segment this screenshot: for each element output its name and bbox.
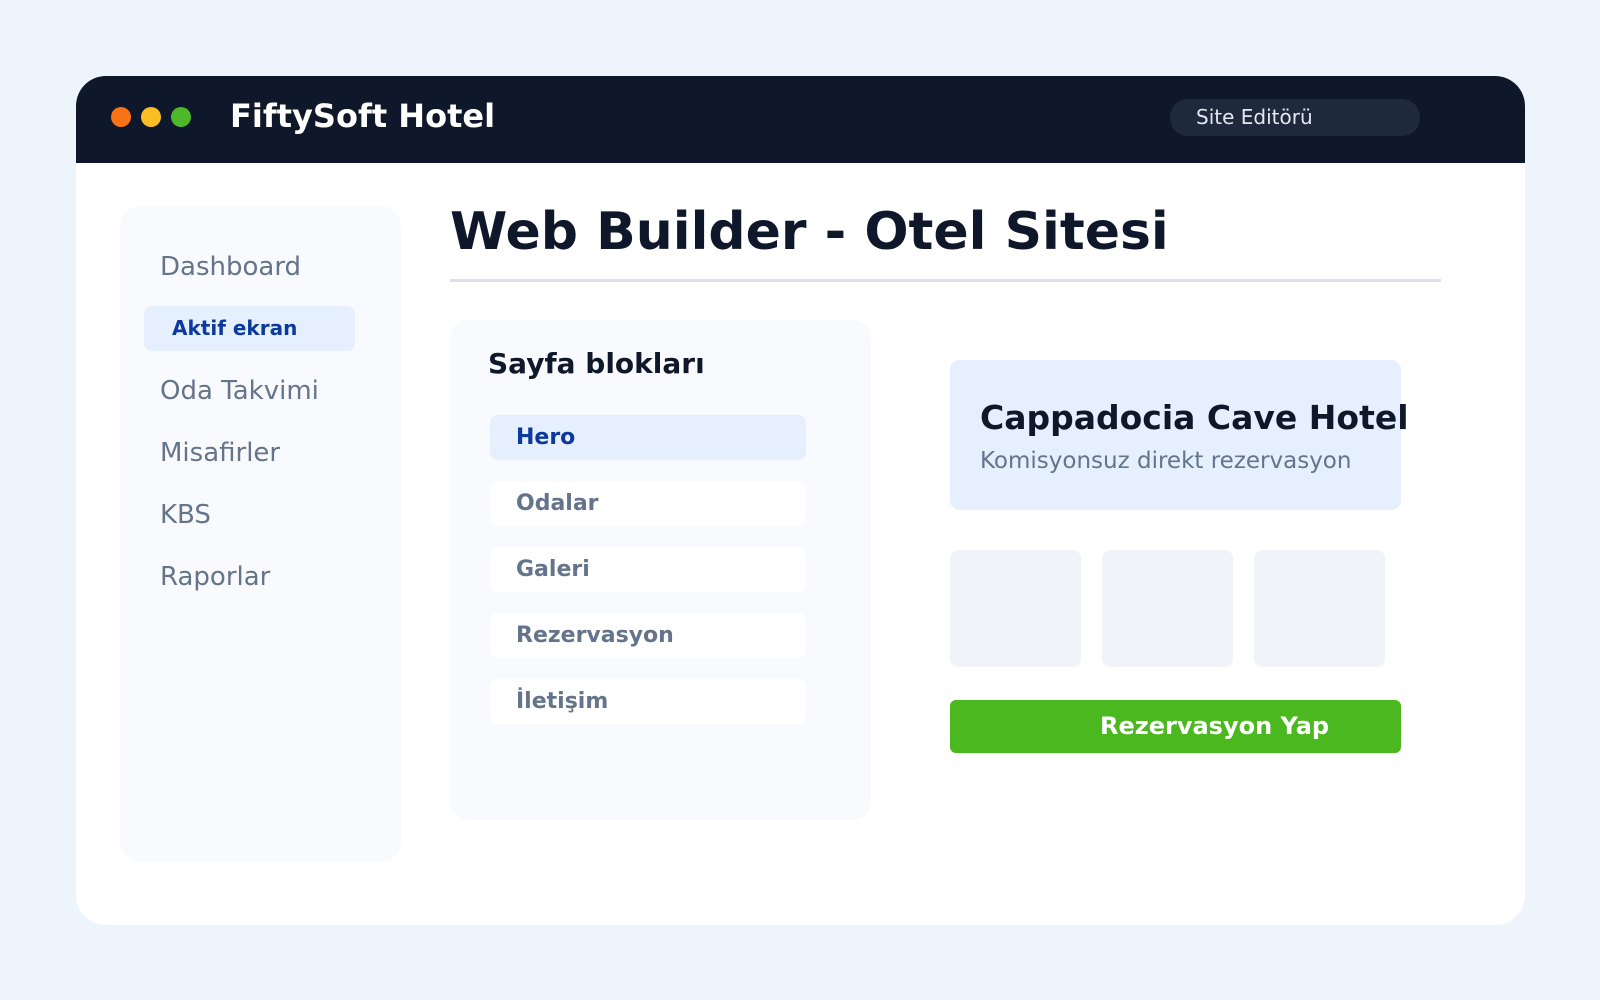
hotel-tagline: Komisyonsuz direkt rezervasyon	[980, 448, 1352, 474]
close-window-icon[interactable]	[111, 107, 131, 127]
gallery-thumbnail[interactable]	[1102, 550, 1233, 667]
gallery-thumbnail[interactable]	[950, 550, 1081, 667]
block-item-gallery[interactable]: Galeri	[490, 547, 806, 592]
sidebar-item-reports[interactable]: Raporlar	[160, 560, 270, 594]
app-window: FiftySoft Hotel Site Editörü Dashboard A…	[76, 76, 1525, 925]
hero-preview-card[interactable]: Cappadocia Cave Hotel Komisyonsuz direkt…	[950, 360, 1409, 510]
page-blocks-heading: Sayfa blokları	[488, 347, 705, 380]
site-editor-badge[interactable]: Site Editörü	[1170, 99, 1420, 136]
gallery-thumbnail[interactable]	[1254, 550, 1385, 667]
page-blocks-panel: Sayfa blokları Hero Odalar Galeri Rezerv…	[450, 320, 871, 820]
minimize-window-icon[interactable]	[141, 107, 161, 127]
title-divider	[450, 279, 1441, 282]
title-bar: FiftySoft Hotel Site Editörü	[76, 76, 1525, 163]
hotel-name: Cappadocia Cave Hotel	[980, 398, 1409, 437]
sidebar-item-dashboard[interactable]: Dashboard	[160, 250, 301, 284]
sidebar-item-guests[interactable]: Misafirler	[160, 436, 280, 470]
block-item-contact[interactable]: İletişim	[490, 679, 806, 724]
app-title: FiftySoft Hotel	[230, 97, 496, 135]
block-item-hero[interactable]: Hero	[490, 415, 806, 460]
sidebar: Dashboard Aktif ekran Oda Takvimi Misafi…	[120, 206, 401, 862]
book-now-button[interactable]: Rezervasyon Yap	[950, 700, 1401, 753]
sidebar-item-kbs[interactable]: KBS	[160, 498, 211, 532]
sidebar-item-room-calendar[interactable]: Oda Takvimi	[160, 374, 319, 408]
maximize-window-icon[interactable]	[171, 107, 191, 127]
block-item-reservation[interactable]: Rezervasyon	[490, 613, 806, 658]
block-item-rooms[interactable]: Odalar	[490, 481, 806, 526]
sidebar-item-active-screen[interactable]: Aktif ekran	[144, 306, 355, 351]
page-title: Web Builder - Otel Sitesi	[450, 202, 1169, 262]
